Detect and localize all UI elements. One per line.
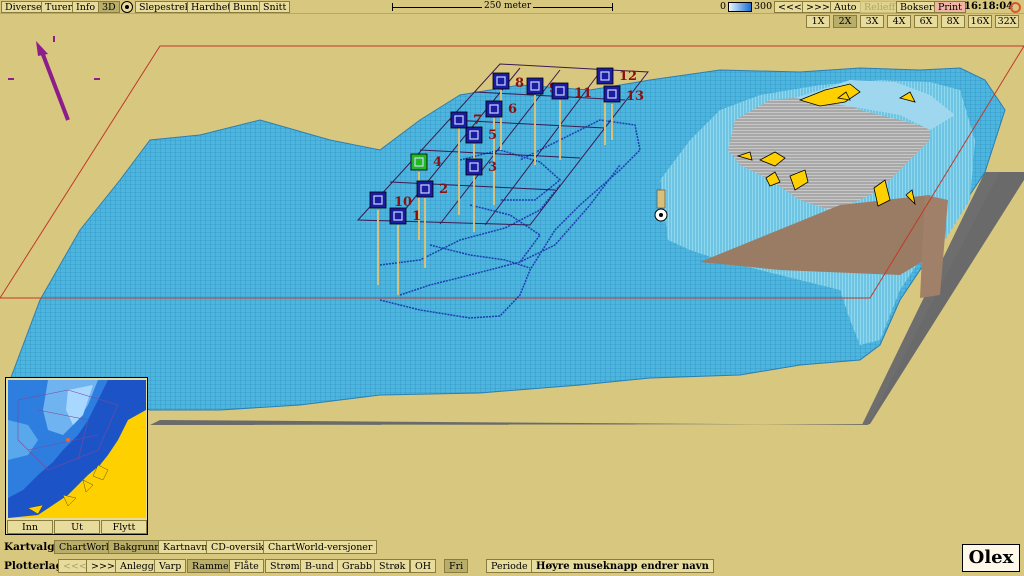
layer-fri[interactable]: Fri: [444, 559, 469, 573]
marker-label: 12: [619, 69, 637, 84]
minimap-zoom-in-button[interactable]: Inn: [7, 520, 53, 534]
depth-min: 0: [720, 1, 727, 12]
marker-6[interactable]: 6: [485, 100, 517, 118]
marker-3[interactable]: 3: [465, 158, 497, 176]
clock: 16:18:04: [964, 1, 1014, 12]
marker-label: 7: [473, 113, 482, 128]
scale-bar-right: [612, 3, 613, 11]
marker-label: 13: [626, 89, 644, 104]
marker-label: 6: [508, 102, 517, 117]
marker-label: 2: [439, 182, 448, 197]
kartvalg-bar: Kartvalg ChartWorld Bakgrunn Kartnavn CD…: [0, 539, 1024, 555]
kartvalg-title: Kartvalg: [4, 541, 55, 553]
rename-hint: Høyre museknapp endrer navn: [531, 559, 714, 573]
compass-toggle-icon[interactable]: [121, 1, 133, 13]
top-toolbar: Diverse Turer Info 3D Slepestrek Hardhet…: [0, 0, 1024, 14]
scale-label: 250 meter: [482, 1, 534, 11]
menu-snitt[interactable]: Snitt: [259, 1, 291, 13]
marker-label: 5: [488, 128, 497, 143]
auto-button[interactable]: Auto: [830, 1, 861, 13]
zoom-32x[interactable]: 32X: [995, 15, 1019, 28]
marker-2[interactable]: 2: [416, 180, 448, 198]
menu-slepestrek[interactable]: Slepestrek: [135, 1, 195, 13]
menu-turer[interactable]: Turer: [41, 1, 77, 13]
layer-periode[interactable]: Periode: [486, 559, 533, 573]
zoom-2x[interactable]: 2X: [833, 15, 857, 28]
layer-ramme[interactable]: Ramme: [187, 559, 234, 573]
print-button[interactable]: Print: [934, 1, 966, 13]
marker-label: 3: [488, 160, 497, 175]
layer-varp[interactable]: Varp: [154, 559, 187, 573]
layer-flate[interactable]: Flåte: [229, 559, 264, 573]
layer-oh[interactable]: OH: [410, 559, 437, 573]
zoom-1x[interactable]: 1X: [806, 15, 830, 28]
marker-label: 4: [433, 155, 442, 170]
menu-bunn[interactable]: Bunn: [229, 1, 263, 13]
marker-label: 1: [412, 209, 421, 224]
marker-label: 11: [574, 86, 592, 101]
relieff-button[interactable]: Relieff: [860, 1, 900, 13]
kartvalg-chartworld-versjoner[interactable]: ChartWorld-versjoner: [263, 540, 378, 554]
seabed-3d-view[interactable]: 12345678910111213: [0, 28, 1024, 540]
zoom-16x[interactable]: 16X: [968, 15, 992, 28]
north-arrow[interactable]: [8, 36, 100, 121]
marker-1[interactable]: 1: [389, 207, 421, 225]
minimap-zoom-out-button[interactable]: Ut: [54, 520, 100, 534]
menu-info[interactable]: Info: [72, 1, 100, 13]
marker-7[interactable]: 7: [450, 111, 482, 129]
menu-3d[interactable]: 3D: [98, 1, 120, 13]
plotterlag-bar: Plotterlag <<< >>> Anlegg Varp Ramme Flå…: [0, 558, 1024, 574]
overview-minimap[interactable]: Inn Ut Flytt: [5, 377, 148, 535]
marker-8[interactable]: 8: [492, 72, 524, 91]
bokser-button[interactable]: Bokser: [896, 1, 938, 13]
marker-4[interactable]: 4: [410, 153, 442, 171]
marker-5[interactable]: 5: [465, 126, 497, 144]
depth-max: 300: [754, 1, 773, 12]
layer-strom[interactable]: Strøm: [265, 559, 305, 573]
minimap-move-button[interactable]: Flytt: [101, 520, 147, 534]
layer-grabb[interactable]: Grabb: [337, 559, 377, 573]
zoom-6x[interactable]: 6X: [914, 15, 938, 28]
minimap-chart[interactable]: [8, 380, 146, 518]
depth-color-bar[interactable]: [728, 2, 752, 12]
sun-icon[interactable]: [1010, 2, 1021, 13]
zoom-4x[interactable]: 4X: [887, 15, 911, 28]
zoom-8x[interactable]: 8X: [941, 15, 965, 28]
menu-hardhet[interactable]: Hardhet: [187, 1, 236, 13]
minimap-position-dot: [66, 438, 70, 442]
kartvalg-kartnavn[interactable]: Kartnavn: [158, 540, 213, 554]
plotterlag-title: Plotterlag: [4, 560, 63, 572]
zoom-3x[interactable]: 3X: [860, 15, 884, 28]
layer-b-und[interactable]: B-und: [300, 559, 339, 573]
menu-diverse[interactable]: Diverse: [1, 1, 46, 13]
layer-strok[interactable]: Strøk: [374, 559, 411, 573]
anchor-icon[interactable]: [654, 189, 668, 222]
marker-label: 10: [394, 195, 412, 210]
layer-anlegg[interactable]: Anlegg: [115, 559, 159, 573]
marker-label: 8: [515, 76, 524, 91]
kartvalg-bakgrunn[interactable]: Bakgrunn: [108, 540, 166, 554]
olex-logo: Olex: [962, 544, 1020, 572]
